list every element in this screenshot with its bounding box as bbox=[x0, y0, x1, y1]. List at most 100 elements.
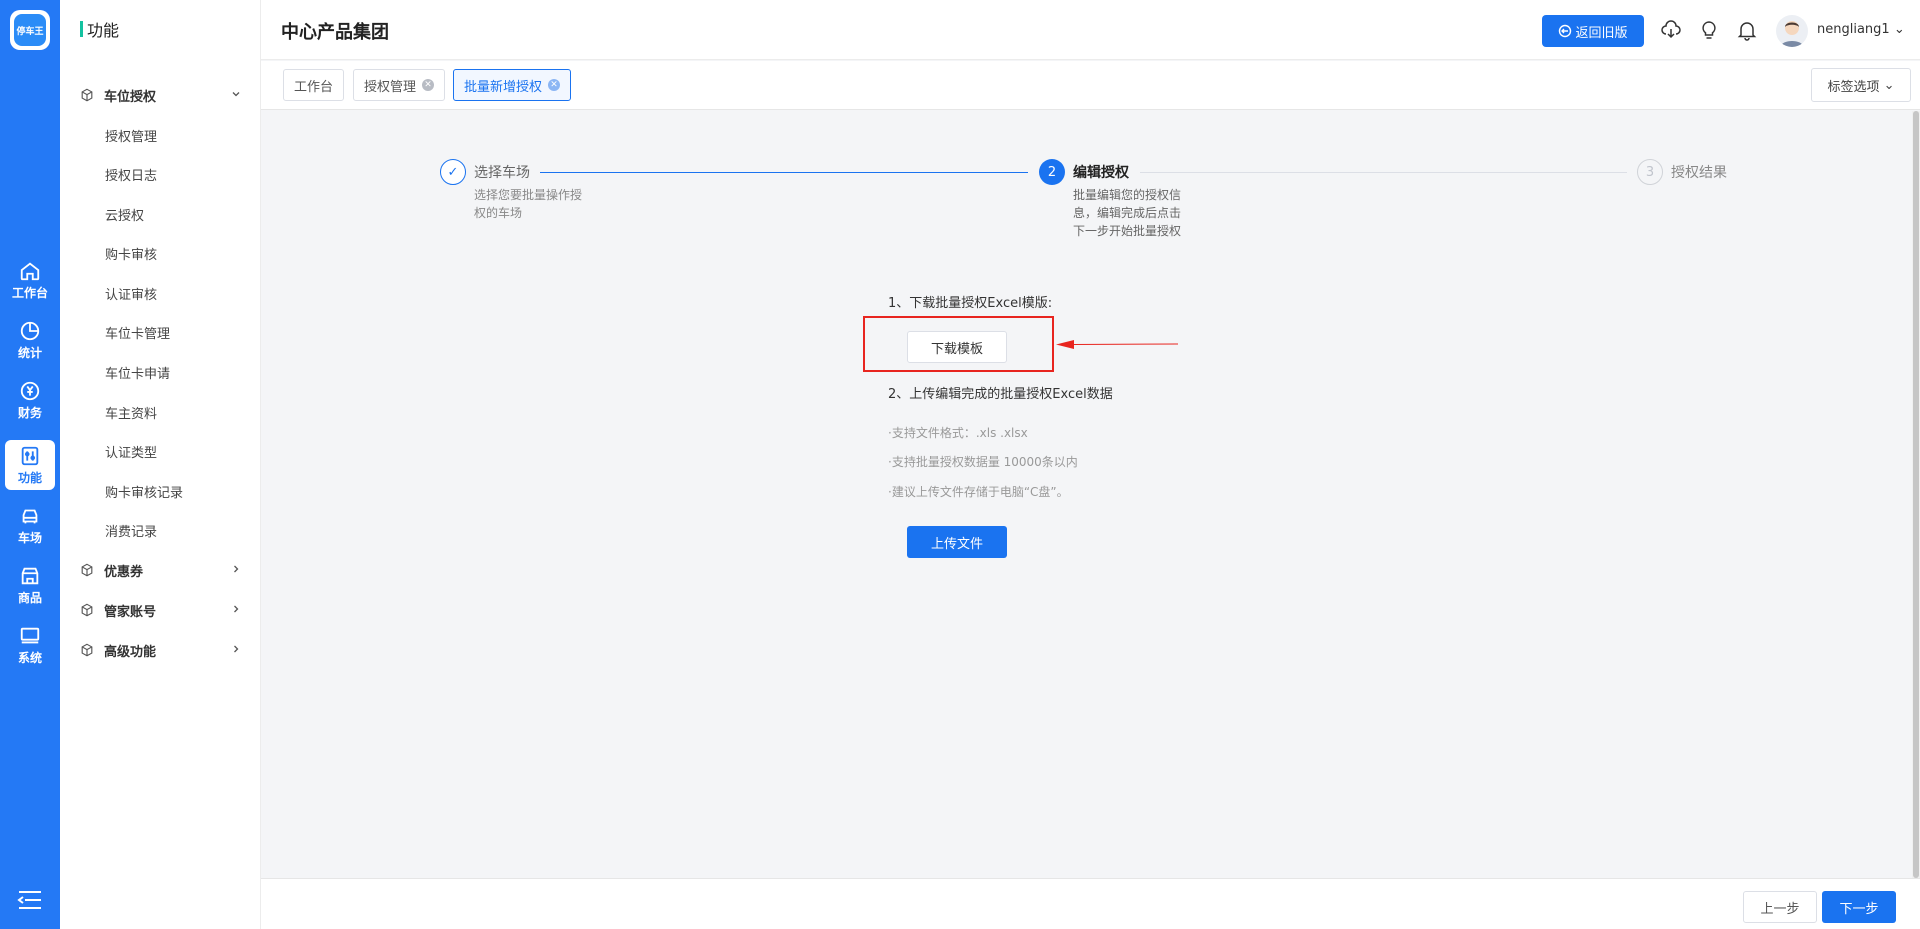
page-title: 中心产品集团 bbox=[281, 22, 389, 43]
step-2-desc-line: 下一步开始批量授权 bbox=[1073, 224, 1182, 238]
rail-item-label: 功能 bbox=[17, 470, 42, 485]
sidebar-item-cloud-auth[interactable]: 云授权 bbox=[60, 198, 260, 230]
group-label: 高级功能 bbox=[104, 644, 157, 660]
rail-item-system[interactable]: 系统 bbox=[5, 620, 55, 670]
chevron-down-icon bbox=[232, 92, 240, 97]
sidebar-accent-bar bbox=[80, 21, 83, 37]
yen-icon bbox=[20, 381, 40, 400]
group-label: 管家账号 bbox=[104, 604, 157, 620]
rail-item-label: 工作台 bbox=[11, 285, 48, 300]
sidebar-group-advanced[interactable]: 高级功能 bbox=[60, 634, 260, 666]
car-icon bbox=[22, 509, 38, 523]
lightbulb-icon[interactable] bbox=[1698, 19, 1720, 41]
sidebar-item-owner-info[interactable]: 车主资料 bbox=[60, 396, 260, 428]
sliders-icon bbox=[21, 446, 39, 465]
step-1-desc-line: 权的车场 bbox=[474, 206, 523, 220]
back-circle-icon bbox=[1559, 24, 1572, 38]
tab-options-label: 标签选项 bbox=[1827, 79, 1880, 95]
sidebar-group-parking-auth[interactable]: 车位授权 bbox=[60, 79, 260, 111]
close-icon[interactable]: ✕ bbox=[422, 79, 435, 91]
tab-label: 授权管理 bbox=[364, 79, 417, 95]
step-1-description: 选择您要批量操作授 权的车场 bbox=[474, 186, 594, 222]
footer-bar: 上一步 下一步 bbox=[261, 878, 1920, 929]
prev-step-button[interactable]: 上一步 bbox=[1743, 891, 1817, 923]
chevron-down-icon: ⌄ bbox=[1883, 77, 1895, 93]
scrollbar-thumb[interactable] bbox=[1913, 111, 1919, 878]
sidebar: 功能 车位授权 授权管理 授权日志 云授权 购卡审核 认证审核 车位卡管理 车位… bbox=[60, 0, 261, 929]
hint-data-limit: ·支持批量授权数据量 10000条以内 bbox=[888, 455, 1078, 469]
rail-item-label: 商品 bbox=[17, 590, 42, 605]
step-1-check-icon: ✓ bbox=[440, 159, 466, 185]
chevron-right-icon bbox=[234, 565, 239, 573]
step-connector-1 bbox=[540, 172, 1028, 173]
upload-file-button[interactable]: 上传文件 bbox=[907, 526, 1007, 558]
cube-icon bbox=[81, 563, 93, 577]
cube-icon bbox=[81, 603, 93, 617]
sidebar-title: 功能 bbox=[87, 21, 120, 40]
sidebar-item-card-review[interactable]: 购卡审核 bbox=[60, 237, 260, 269]
rail-item-label: 车场 bbox=[17, 530, 42, 545]
next-step-button[interactable]: 下一步 bbox=[1822, 891, 1896, 923]
step-2-desc-line: 息，编辑完成后点击 bbox=[1073, 206, 1182, 220]
hint-file-format: ·支持文件格式：.xls .xlsx bbox=[888, 426, 1028, 440]
annotation-highlight-box bbox=[863, 316, 1054, 372]
return-old-version-button[interactable]: 返回旧版 bbox=[1542, 15, 1644, 47]
tab-options-dropdown[interactable]: 标签选项 ⌄ bbox=[1811, 68, 1911, 102]
tabs-bar: 工作台 授权管理 ✕ 批量新增授权 ✕ 标签选项 ⌄ bbox=[261, 61, 1920, 110]
avatar[interactable] bbox=[1776, 15, 1808, 47]
sidebar-group-coupons[interactable]: 优惠券 bbox=[60, 554, 260, 586]
cloud-download-icon[interactable] bbox=[1660, 19, 1682, 41]
rail-item-parking[interactable]: 车场 bbox=[5, 500, 55, 550]
username-dropdown[interactable]: nengliang1 ⌄ bbox=[1817, 22, 1905, 37]
username-label: nengliang1 bbox=[1817, 22, 1890, 37]
hint-storage: ·建议上传文件存储于电脑“C盘”。 bbox=[888, 485, 1069, 499]
chevron-right-icon bbox=[234, 645, 239, 653]
step-2-number: 2 bbox=[1039, 159, 1065, 185]
close-icon[interactable]: ✕ bbox=[548, 79, 561, 91]
sidebar-item-card-apply[interactable]: 车位卡申请 bbox=[60, 356, 260, 388]
cube-icon bbox=[81, 88, 93, 102]
rail-item-workbench[interactable]: 工作台 bbox=[5, 255, 55, 305]
top-header: 中心产品集团 返回旧版 nengliang1 ⌄ bbox=[261, 0, 1920, 60]
monitor-icon bbox=[20, 627, 40, 643]
return-old-version-label: 返回旧版 bbox=[1575, 25, 1628, 41]
tab-auth-manage[interactable]: 授权管理 ✕ bbox=[353, 69, 446, 101]
rail-item-finance[interactable]: 财务 bbox=[5, 375, 55, 425]
step-2-desc-line: 批量编辑您的授权信 bbox=[1073, 188, 1182, 202]
sidebar-group-butler-accounts[interactable]: 管家账号 bbox=[60, 594, 260, 626]
chevron-right-icon bbox=[234, 605, 239, 613]
pie-chart-icon bbox=[20, 321, 40, 340]
sidebar-item-auth-log[interactable]: 授权日志 bbox=[60, 158, 260, 190]
bell-icon[interactable] bbox=[1736, 19, 1758, 41]
step-2-description: 批量编辑您的授权信 息，编辑完成后点击 下一步开始批量授权 bbox=[1073, 186, 1193, 240]
tab-workbench[interactable]: 工作台 bbox=[283, 69, 345, 101]
upload-instruction: 2、上传编辑完成的批量授权Excel数据 bbox=[888, 387, 1113, 402]
rail-item-features[interactable]: 功能 bbox=[5, 440, 55, 490]
step-connector-2 bbox=[1140, 172, 1627, 173]
step-3-number: 3 bbox=[1637, 159, 1663, 185]
sidebar-item-card-manage[interactable]: 车位卡管理 bbox=[60, 316, 260, 348]
sidebar-item-verify-review[interactable]: 认证审核 bbox=[60, 277, 260, 309]
menu-icon[interactable] bbox=[17, 889, 43, 911]
tab-batch-add-auth[interactable]: 批量新增授权 ✕ bbox=[453, 69, 572, 101]
logo-text: 停车王 bbox=[14, 14, 46, 46]
rail-item-label: 统计 bbox=[17, 345, 42, 360]
step-3-title: 授权结果 bbox=[1671, 165, 1727, 181]
sidebar-header: 功能 bbox=[60, 0, 260, 58]
step-2-title: 编辑授权 bbox=[1073, 165, 1129, 181]
chevron-down-icon: ⌄ bbox=[1893, 22, 1905, 37]
step-1-title: 选择车场 bbox=[474, 165, 530, 181]
sidebar-item-card-review-log[interactable]: 购卡审核记录 bbox=[60, 475, 260, 507]
icon-rail: 停车王 工作台 统计 财务 功能 车场 商品 系统 bbox=[0, 0, 60, 929]
group-label: 车位授权 bbox=[104, 89, 157, 105]
annotation-arrow-icon bbox=[1056, 340, 1178, 349]
rail-item-goods[interactable]: 商品 bbox=[5, 560, 55, 610]
sidebar-item-consume-log[interactable]: 消费记录 bbox=[60, 514, 260, 546]
sidebar-item-verify-type[interactable]: 认证类型 bbox=[60, 435, 260, 467]
sidebar-item-auth-manage[interactable]: 授权管理 bbox=[60, 119, 260, 151]
cube-icon bbox=[81, 643, 93, 657]
step-1-desc-line: 选择您要批量操作授 bbox=[474, 188, 583, 202]
app-logo[interactable]: 停车王 bbox=[10, 10, 50, 50]
rail-item-label: 系统 bbox=[17, 650, 42, 665]
rail-item-stats[interactable]: 统计 bbox=[5, 315, 55, 365]
